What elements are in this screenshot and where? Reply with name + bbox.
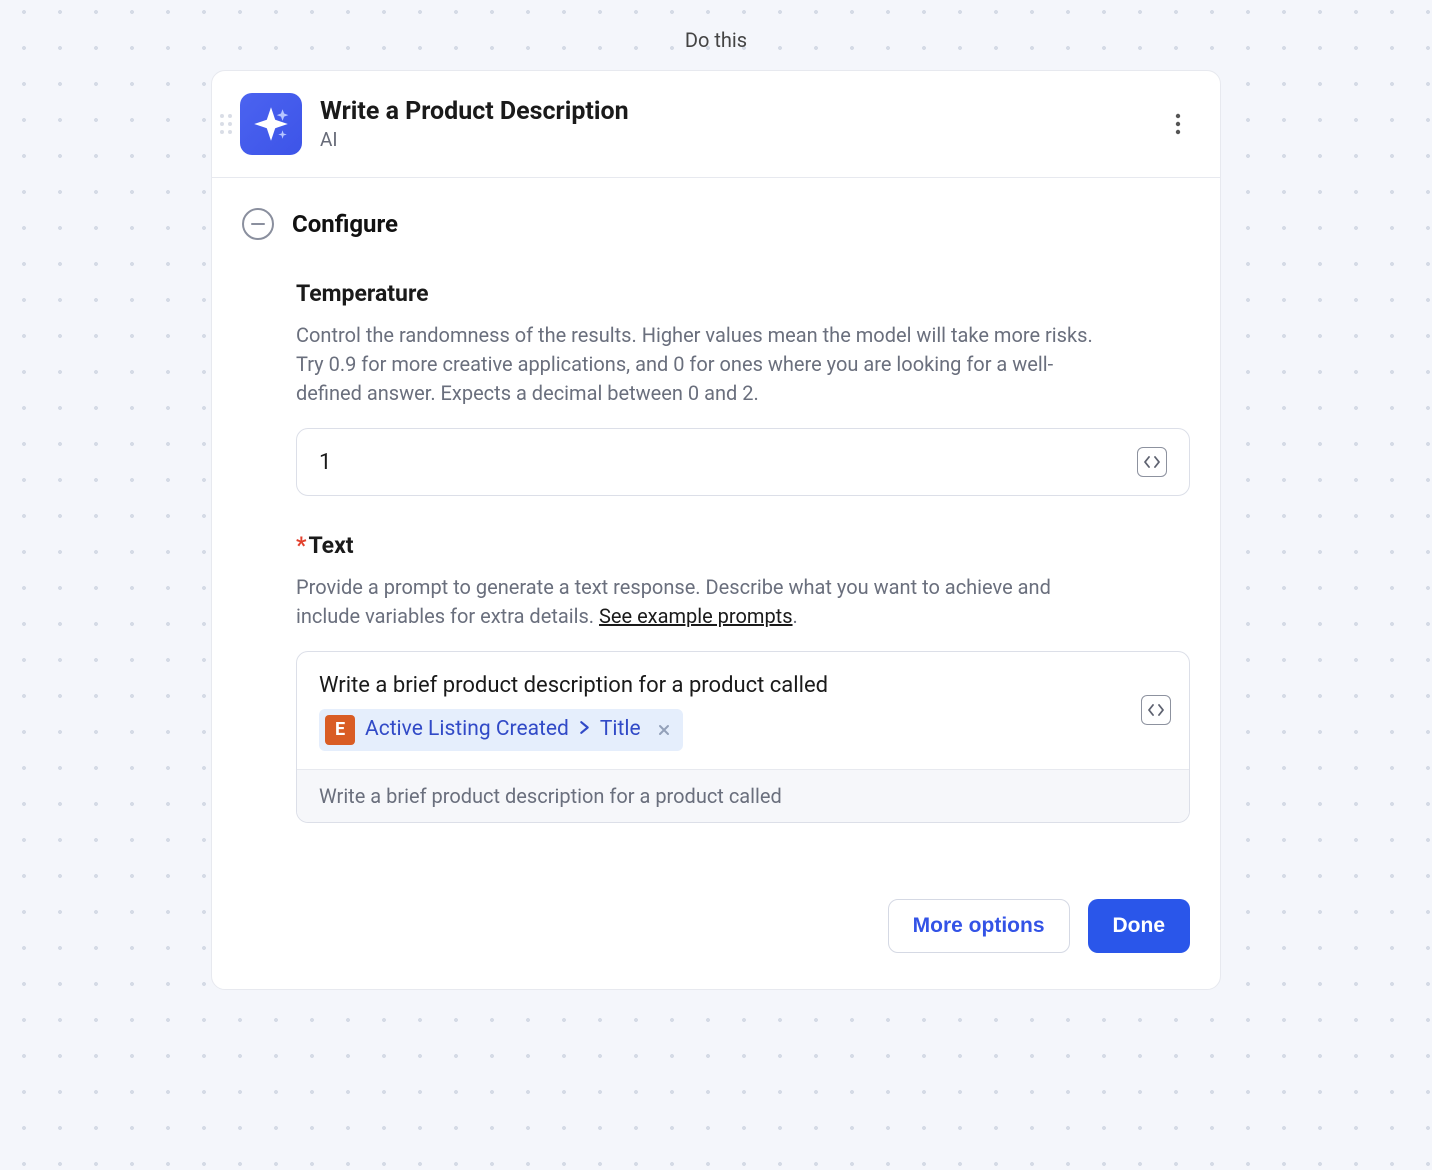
configure-section-header: Configure: [242, 208, 1190, 240]
text-footer-echo: Write a brief product description for a …: [297, 769, 1189, 822]
temperature-input[interactable]: 1: [296, 428, 1190, 496]
etsy-badge-icon: E: [325, 715, 355, 745]
text-label: *Text: [296, 532, 1190, 559]
text-description: Provide a prompt to generate a text resp…: [296, 573, 1116, 631]
title-block: Write a Product Description AI: [320, 97, 629, 151]
temperature-label: Temperature: [296, 280, 1190, 307]
text-compose-box: Write a brief product description for a …: [296, 651, 1190, 823]
temperature-value: 1: [319, 450, 1125, 475]
drag-handle-icon[interactable]: [220, 114, 232, 134]
chevron-right-icon: [579, 713, 590, 747]
card-title: Write a Product Description: [320, 97, 629, 126]
actions-row: More options Done: [212, 899, 1220, 989]
ai-sparkle-icon: [240, 93, 302, 155]
card-subtitle: AI: [320, 128, 629, 151]
done-button[interactable]: Done: [1088, 899, 1191, 953]
pill-segment-1: Active Listing Created: [365, 713, 569, 747]
text-compose-editor[interactable]: Write a brief product description for a …: [297, 652, 1189, 769]
code-mode-toggle[interactable]: [1141, 695, 1171, 725]
card-body: Configure Temperature Control the random…: [212, 178, 1220, 899]
code-mode-toggle[interactable]: [1137, 447, 1167, 477]
text-field: *Text Provide a prompt to generate a tex…: [242, 532, 1190, 823]
collapse-toggle[interactable]: [242, 208, 274, 240]
temperature-field: Temperature Control the randomness of th…: [242, 280, 1190, 496]
more-menu-button[interactable]: [1164, 110, 1192, 138]
prompt-pre-text: Write a brief product description for a …: [319, 668, 1119, 703]
step-card: Write a Product Description AI Configure…: [211, 70, 1221, 990]
see-example-prompts-link[interactable]: See example prompts: [599, 604, 793, 628]
pill-remove-button[interactable]: [657, 723, 671, 737]
required-marker: *: [296, 532, 306, 559]
text-label-text: Text: [308, 532, 353, 559]
variable-pill[interactable]: E Active Listing Created Title: [319, 709, 683, 751]
page-stage-label: Do this: [0, 0, 1432, 52]
temperature-description: Control the randomness of the results. H…: [296, 321, 1116, 408]
text-desc-post: .: [793, 604, 798, 628]
pill-segment-2: Title: [600, 713, 641, 747]
configure-title: Configure: [292, 210, 398, 238]
card-header: Write a Product Description AI: [212, 71, 1220, 178]
header-left: Write a Product Description AI: [240, 93, 629, 155]
more-options-button[interactable]: More options: [888, 899, 1070, 953]
